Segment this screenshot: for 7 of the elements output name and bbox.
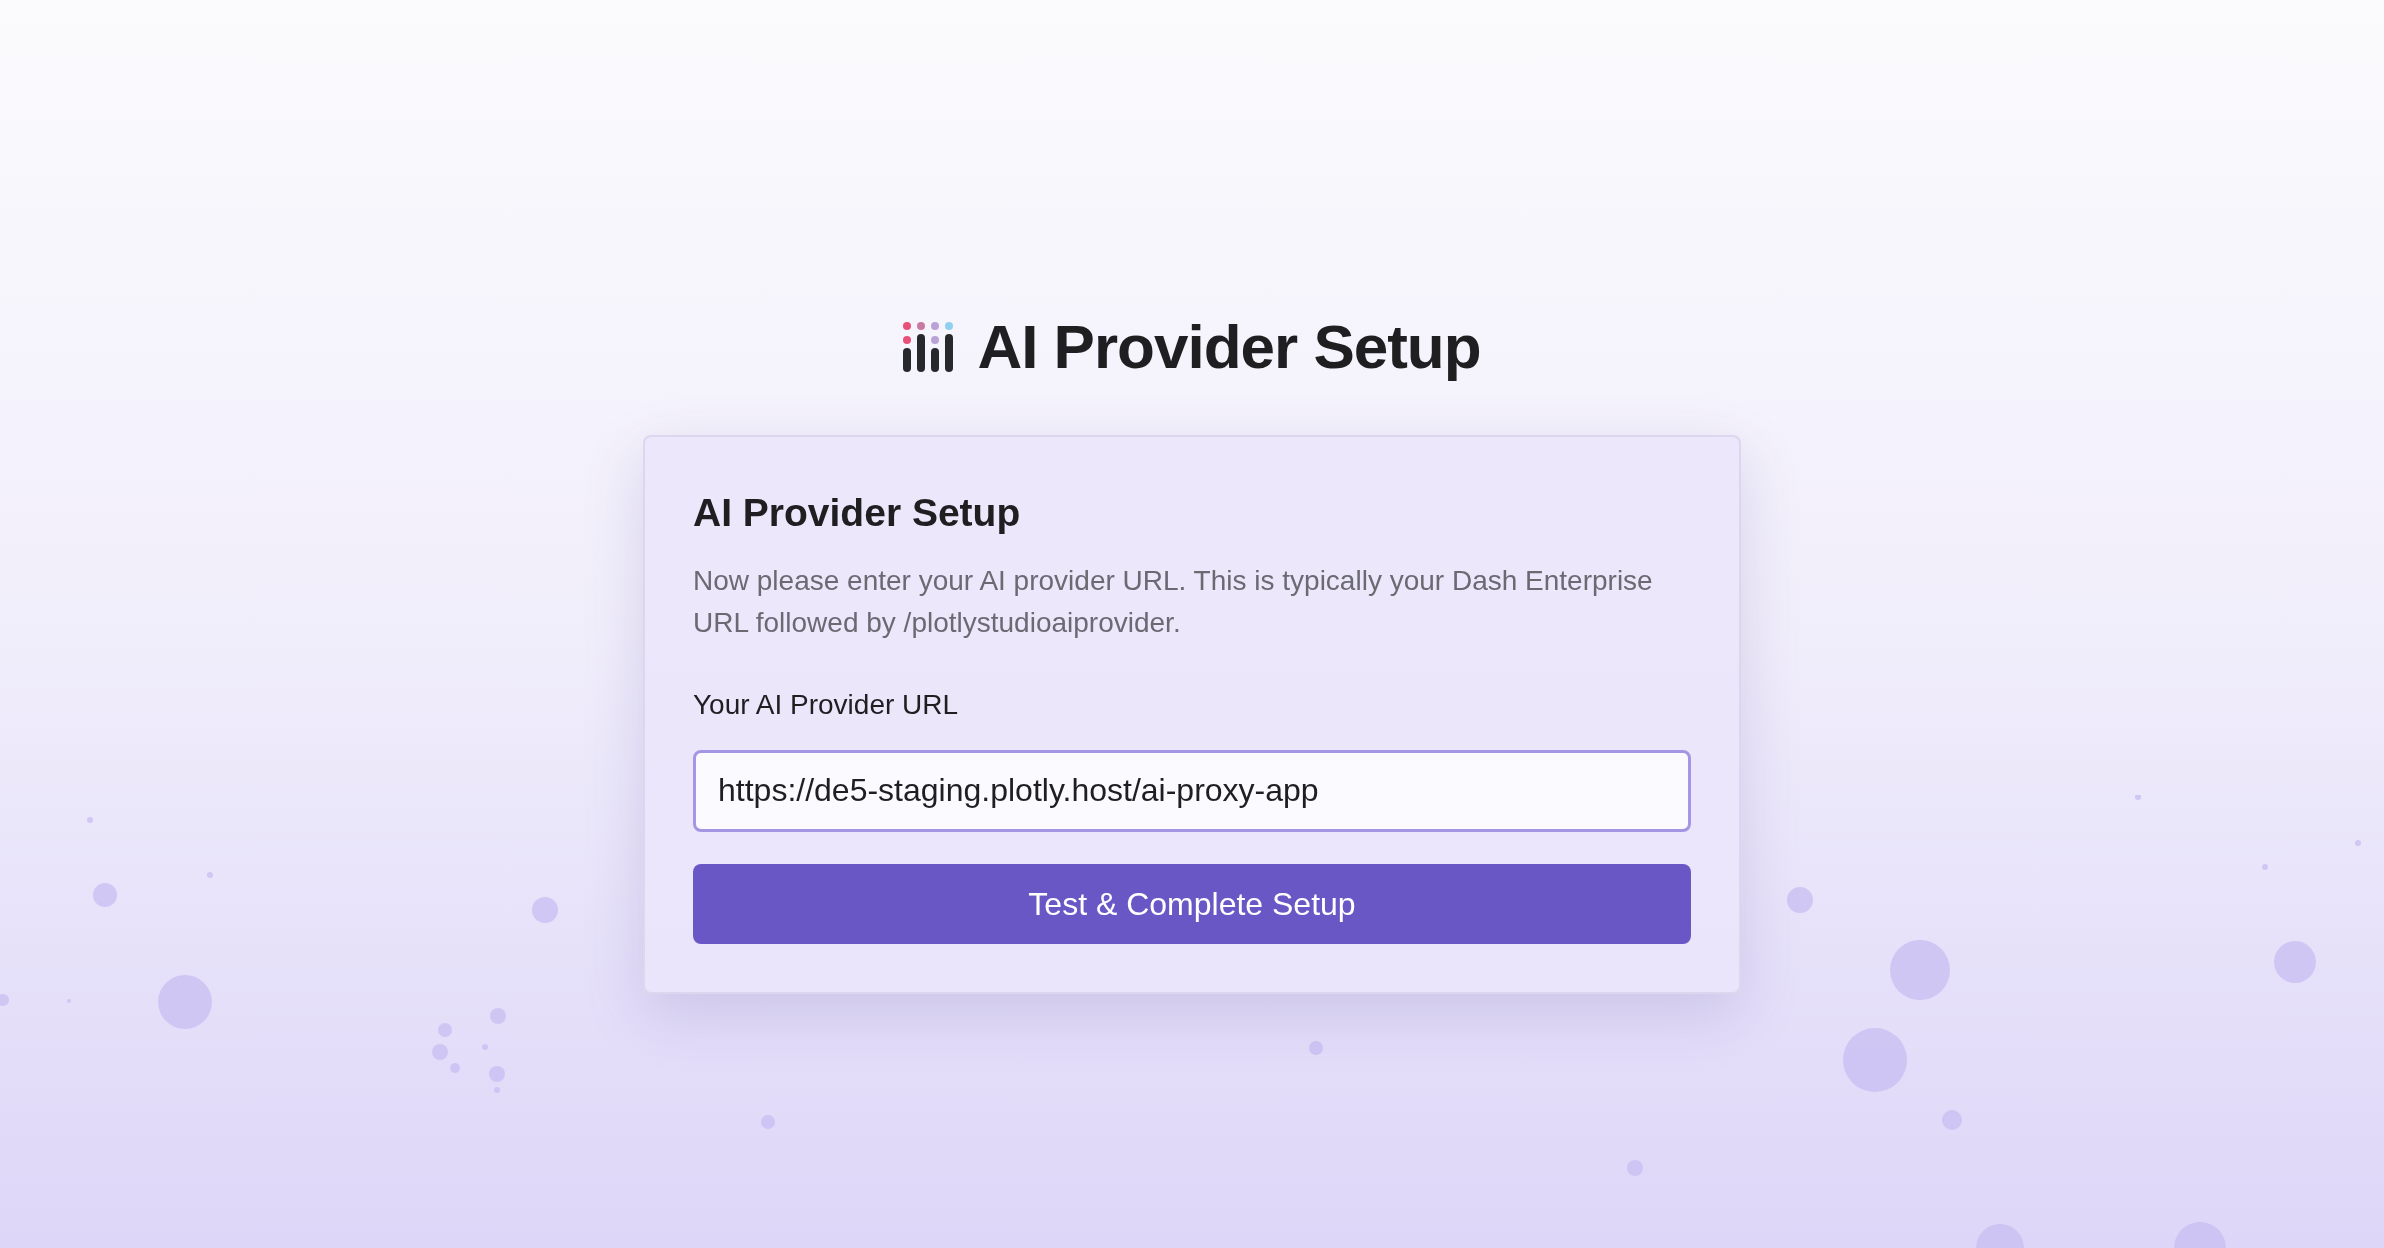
field-label: Your AI Provider URL	[693, 687, 960, 722]
url-input[interactable]: https://de5-staging.plotly.host/ai-proxy-app	[693, 749, 1691, 832]
card-title: AI Provider Setup	[693, 490, 1022, 536]
complete-setup-button[interactable]: Test & Complete Setup	[693, 863, 1691, 944]
page-title: AI Provider Setup	[977, 311, 1481, 383]
logo-icon	[903, 321, 956, 372]
card-description: Now please enter your AI provider URL. This is typically your Dash Enterprise URL followed by /plotlystudioaiprovider.	[693, 563, 1653, 640]
